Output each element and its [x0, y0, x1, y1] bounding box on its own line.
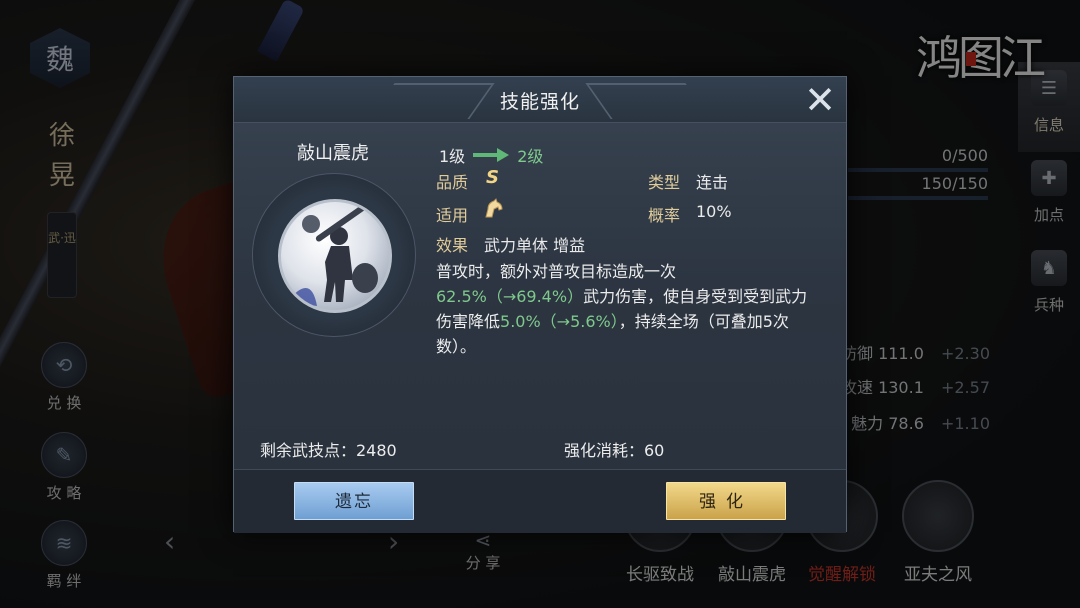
dialog-header: 技能强化 ✕ [234, 77, 846, 123]
level-from: 1级 [439, 147, 466, 166]
upgrade-button[interactable]: 强化 [666, 482, 786, 520]
effect-label: 效果 [436, 236, 469, 255]
skill-upgrade-dialog: 技能强化 ✕ 敲山震虎 1级 2级 品质 S 类型 连击 适用 概率 10% 效… [233, 76, 847, 533]
upgrade-cost: 强化消耗：60 [564, 441, 665, 460]
remaining-points: 剩余武技点：2480 [260, 441, 397, 460]
effect-value: 武力单体 增益 [484, 236, 586, 255]
type-value: 连击 [696, 173, 729, 192]
desc-value-2: 5.0%（→5.6%） [500, 312, 619, 331]
skill-emblem [252, 173, 416, 337]
skill-name: 敲山震虎 [297, 143, 369, 164]
arrow-right-icon [473, 148, 510, 162]
skill-description: 普攻时，额外对普攻目标造成一次62.5%（→69.4%）武力伤害，使自身受到受到… [436, 259, 820, 359]
desc-part-1: 普攻时，额外对普攻目标造成一次 [436, 262, 677, 281]
apply-label: 适用 [436, 206, 469, 225]
dialog-actions: 遗忘 强化 [234, 469, 846, 533]
quality-label: 品质 [436, 173, 469, 192]
dialog-title: 技能强化 [499, 91, 580, 113]
close-button[interactable]: ✕ [800, 81, 840, 121]
level-to: 2级 [517, 147, 544, 166]
skill-portrait [278, 199, 392, 313]
level-change: 1级 2级 [439, 143, 543, 167]
desc-value-1: 62.5%（→69.4%） [436, 287, 584, 306]
forget-button[interactable]: 遗忘 [294, 482, 414, 520]
warrior-icon [287, 204, 378, 306]
type-label: 类型 [648, 173, 681, 192]
chance-value: 10% [696, 202, 732, 221]
close-icon: ✕ [804, 78, 836, 122]
chance-label: 概率 [648, 206, 681, 225]
quality-value: S [486, 167, 499, 188]
cavalry-horse-icon [482, 197, 506, 225]
